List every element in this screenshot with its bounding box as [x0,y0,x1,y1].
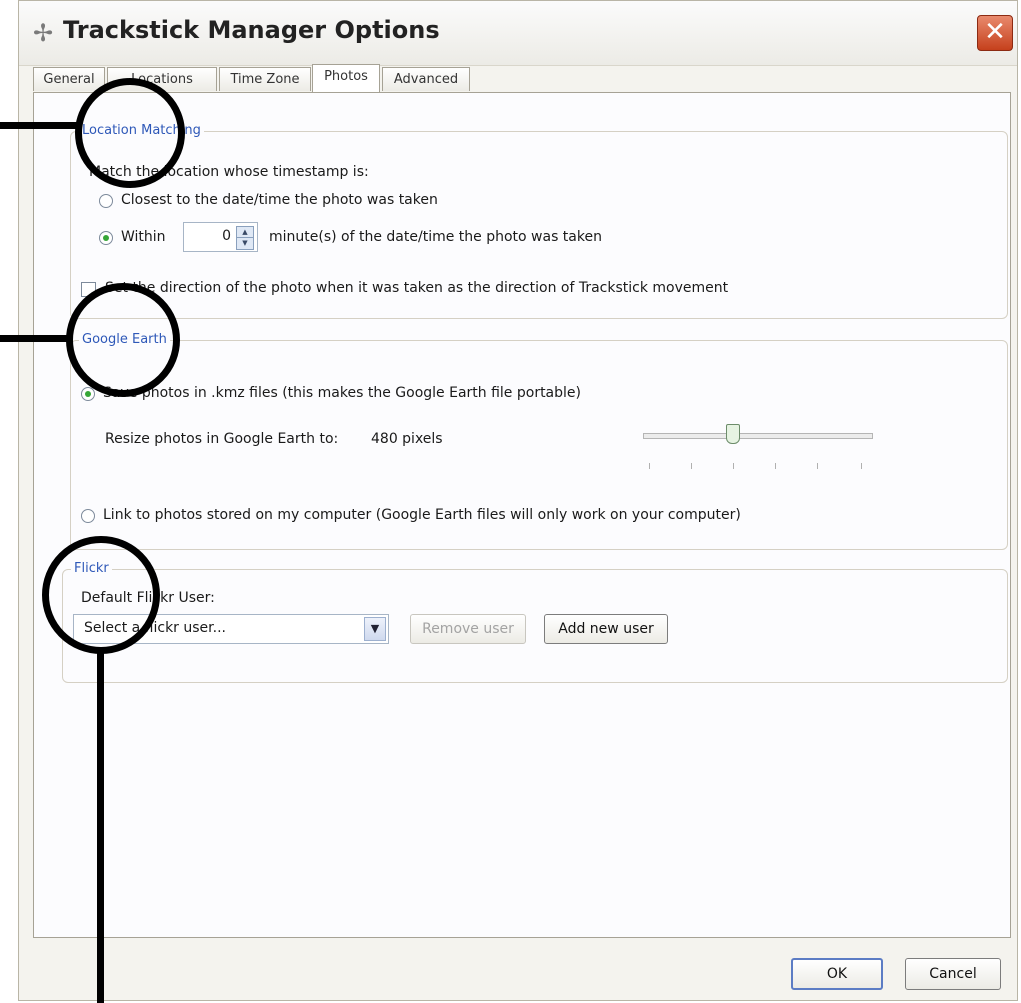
google-earth-group: Google Earth Save photos in .kmz files (… [70,332,1008,550]
tab-photos[interactable]: Photos [312,64,380,92]
within-minutes-stepper[interactable]: 0 ▲ ▼ [183,222,258,252]
close-icon: ✕ [984,17,1006,47]
closest-radio[interactable] [99,194,113,208]
cancel-button[interactable]: Cancel [905,958,1001,990]
save-kmz-radio[interactable] [81,387,95,401]
callout-line-flickr [97,650,104,1003]
callout-circle-location-matching [75,78,185,188]
chevron-down-icon[interactable]: ▼ [364,617,386,641]
app-icon: ✢ [33,19,54,47]
title-bar[interactable]: ✢ Trackstick Manager Options ✕ [19,1,1017,66]
slider-tick [817,463,818,469]
link-photos-radio[interactable] [81,509,95,523]
slider-tick [733,463,734,469]
resize-slider-thumb[interactable] [726,424,740,444]
close-button[interactable]: ✕ [977,15,1013,51]
remove-user-button[interactable]: Remove user [410,614,526,644]
tab-general[interactable]: General [33,67,105,91]
slider-tick [649,463,650,469]
within-radio[interactable] [99,231,113,245]
direction-label: Set the direction of the photo when it w… [105,280,729,296]
flickr-group: Flickr Default Flickr User: Select a fli… [62,561,1008,683]
callout-circle-flickr [42,536,160,654]
callout-circle-google-earth [66,283,180,397]
slider-tick [691,463,692,469]
photos-tab-panel: Location Matching Match the location who… [33,92,1011,938]
resize-label: Resize photos in Google Earth to: [105,431,339,447]
add-new-user-button[interactable]: Add new user [544,614,668,644]
closest-label: Closest to the date/time the photo was t… [121,192,438,208]
link-photos-label: Link to photos stored on my computer (Go… [103,507,741,523]
within-suffix: minute(s) of the date/time the photo was… [269,229,602,245]
within-minutes-value: 0 [222,228,231,244]
callout-line-location-matching [0,122,80,129]
resize-value: 480 pixels [371,431,443,447]
ok-button[interactable]: OK [791,958,883,990]
within-label: Within [121,229,166,245]
slider-tick [775,463,776,469]
tab-time-zone[interactable]: Time Zone [219,67,311,91]
stepper-down-icon[interactable]: ▼ [236,237,254,250]
slider-tick [861,463,862,469]
callout-line-google-earth [0,335,70,342]
save-kmz-label: Save photos in .kmz files (this makes th… [103,385,581,401]
location-matching-group: Location Matching Match the location who… [70,123,1008,319]
window-title: Trackstick Manager Options [63,16,440,44]
tab-advanced[interactable]: Advanced [382,67,470,91]
resize-slider-track[interactable] [643,433,873,439]
